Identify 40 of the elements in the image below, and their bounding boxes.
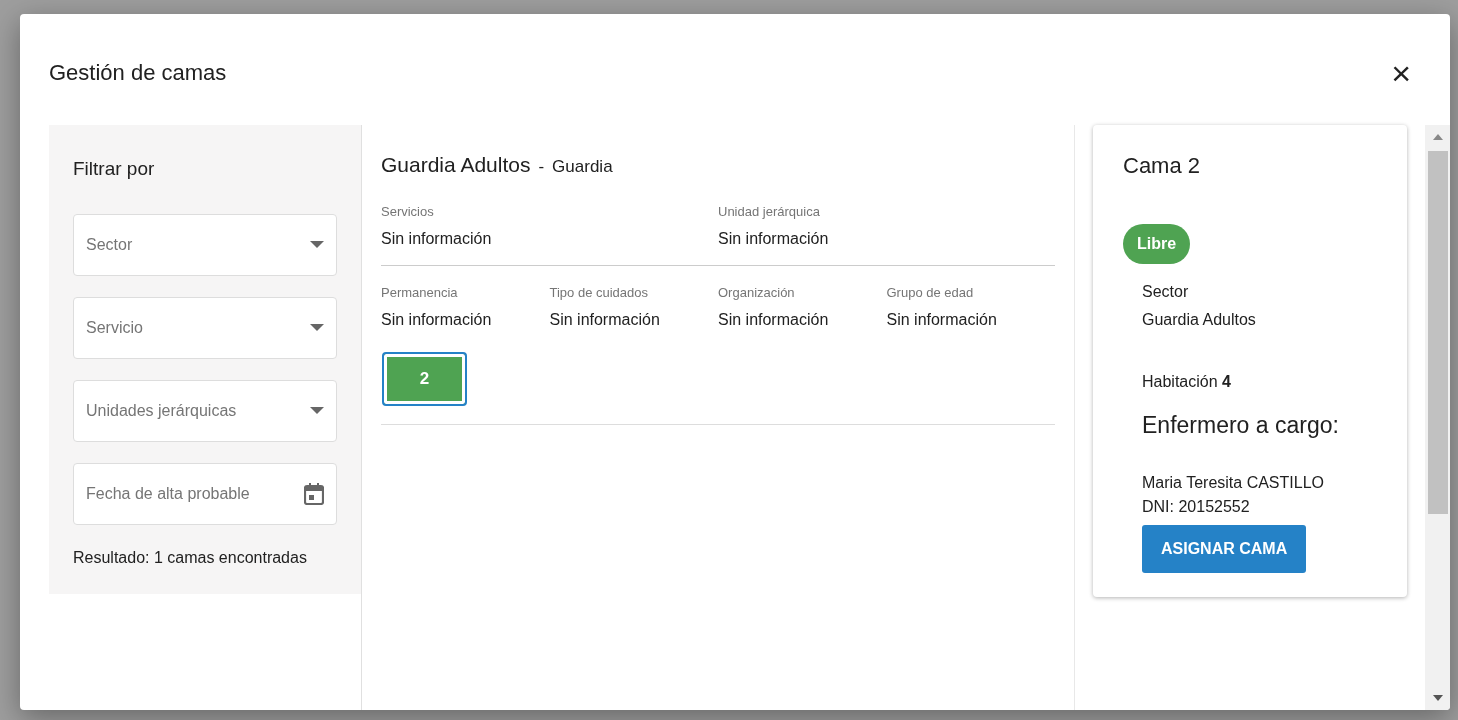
field-label: Unidad jerárquica [718,202,820,221]
field-label: Permanencia [381,283,458,302]
field-label: Grupo de edad [886,283,974,302]
field-value: Sin información [381,309,492,330]
bed-tile[interactable]: 2 [382,351,467,406]
field-label: Organización [718,283,795,302]
sector-type: Guardia [552,156,613,178]
separator-dash: - [538,156,545,178]
scrollbar[interactable] [1425,125,1450,710]
select-field[interactable]: Servicio [73,296,337,359]
filter-title: Filtrar por [73,157,155,181]
field-label: Tipo de cuidados [549,283,649,302]
scroll-up-icon[interactable] [1432,133,1443,141]
field-value: Sin información [381,228,492,249]
status-pill: Libre [1123,224,1191,264]
dialog-title: Gestión de camas [49,60,227,87]
select-field[interactable]: Sector [73,213,337,276]
dropdown-arrow-icon [310,407,324,414]
date-field[interactable]: Fecha de alta probable [73,462,337,525]
close-button[interactable]: × [1381,52,1421,94]
nurse-heading: Enfermero a cargo: [1142,411,1339,440]
dropdown-arrow-icon [310,324,324,331]
select-field[interactable]: Unidades jerárquicas [73,379,337,442]
field-value: Sin información [718,228,829,249]
nurse-name: Maria Teresita CASTILLO [1142,473,1324,491]
dropdown-arrow-icon [310,241,324,248]
calendar-icon [304,482,324,505]
field-label: Servicios [381,202,434,221]
field-value: Sin información [549,309,660,330]
assign-bed-button[interactable]: ASIGNAR CAMA [1142,524,1307,573]
result-count: Resultado: 1 camas encontradas [73,547,307,568]
field-value: Sin información [718,309,829,330]
sector-label: Sector [1142,283,1189,300]
bed-title: Cama 2 [1123,152,1201,180]
nurse-id: DNI: 20152552 [1142,497,1250,515]
sector-name: Guardia Adultos [381,152,531,178]
room-number: Habitación 4 [1142,373,1231,390]
sector-value: Guardia Adultos [1142,311,1256,328]
scroll-down-icon[interactable] [1432,694,1443,702]
field-value: Sin información [886,309,997,330]
